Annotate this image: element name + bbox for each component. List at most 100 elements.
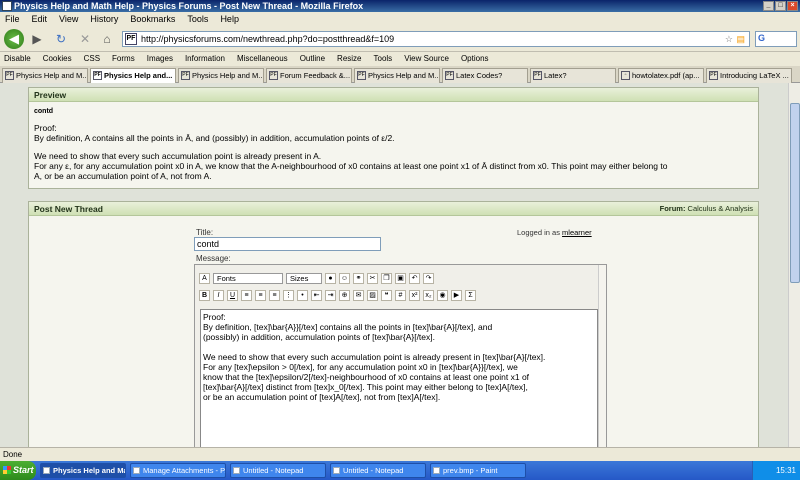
editor-line: [tex]\bar{A}[/tex] distinct from [tex]x_… — [203, 382, 528, 392]
taskbar-item[interactable]: Physics Help and Math... — [40, 463, 126, 478]
address-bar[interactable]: PF http://physicsforums.com/newthread.ph… — [122, 31, 750, 47]
menu-view[interactable]: View — [59, 12, 78, 26]
windows-logo-icon — [3, 466, 11, 474]
tab-item[interactable]: PF Physics Help and M... — [354, 68, 440, 83]
taskbar-item[interactable]: Manage Attachments - P... — [130, 463, 226, 478]
paint-icon — [433, 467, 440, 474]
tab-item[interactable]: PF Latex? — [530, 68, 616, 83]
stop-icon[interactable]: ✕ — [76, 30, 94, 48]
undo-icon[interactable]: ↶ — [409, 273, 420, 284]
size-select[interactable]: Sizes — [286, 273, 322, 284]
back-button[interactable]: ◀ — [4, 29, 24, 49]
devbar-view-source[interactable]: View Source — [404, 52, 449, 66]
page-scrollbar[interactable] — [788, 83, 800, 447]
title-label: Title: — [196, 228, 214, 237]
indent-icon[interactable]: ⇥ — [325, 290, 336, 301]
forward-button[interactable]: ▶ — [28, 30, 46, 48]
copy-icon[interactable]: ❐ — [381, 273, 392, 284]
pf-favicon-icon: PF — [269, 71, 278, 80]
devbar-options[interactable]: Options — [461, 52, 489, 66]
color-picker-icon[interactable]: ● — [325, 273, 336, 284]
devbar-cookies[interactable]: Cookies — [43, 52, 72, 66]
video-icon[interactable]: ▶ — [451, 290, 462, 301]
search-box[interactable]: G — [755, 31, 797, 47]
tab-item[interactable]: PF Physics Help and M... — [178, 68, 264, 83]
unordered-list-icon[interactable]: • — [297, 290, 308, 301]
align-center-icon[interactable]: ≡ — [255, 290, 266, 301]
menu-bookmarks[interactable]: Bookmarks — [130, 12, 175, 26]
editor-scrollbar[interactable] — [598, 265, 606, 447]
tab-item[interactable]: PF Introducing LaTeX ... — [706, 68, 792, 83]
close-button[interactable]: × — [787, 1, 798, 11]
paste-icon[interactable]: ▣ — [395, 273, 406, 284]
italic-icon[interactable]: I — [213, 290, 224, 301]
page-scrollbar-thumb[interactable] — [790, 103, 800, 283]
devbar-information[interactable]: Information — [185, 52, 225, 66]
tab-item[interactable]: PF Forum Feedback &... — [266, 68, 352, 83]
reload-icon[interactable]: ↻ — [52, 30, 70, 48]
align-left-icon[interactable]: ≡ — [241, 290, 252, 301]
code-icon[interactable]: # — [395, 290, 406, 301]
title-input[interactable] — [194, 237, 381, 251]
editor-line: Proof: — [203, 312, 226, 322]
outdent-icon[interactable]: ⇤ — [311, 290, 322, 301]
tab-item[interactable]: ▫ howtolatex.pdf (ap... — [618, 68, 704, 83]
align-right-icon[interactable]: ≡ — [269, 290, 280, 301]
username-link[interactable]: mlearner — [562, 228, 592, 237]
subscript-icon[interactable]: x₂ — [423, 290, 434, 301]
bookmark-star-icon[interactable]: ☆ — [725, 32, 733, 46]
cut-icon[interactable]: ✂ — [367, 273, 378, 284]
editor-line: (possibly) in addition, accumulation poi… — [203, 332, 435, 342]
minimize-button[interactable]: _ — [763, 1, 774, 11]
rss-icon[interactable]: ▤ — [736, 32, 745, 46]
insert-image-icon[interactable]: ▨ — [367, 290, 378, 301]
app-icon — [2, 1, 12, 11]
devbar-disable[interactable]: Disable — [4, 52, 31, 66]
taskbar-item[interactable]: Untitled - Notepad — [330, 463, 426, 478]
smilies-icon[interactable]: ☺ — [339, 273, 350, 284]
system-tray: 15:31 — [752, 461, 800, 480]
sigma-icon[interactable]: Σ — [465, 290, 476, 301]
menu-help[interactable]: Help — [220, 12, 239, 26]
tab-item[interactable]: PF Latex Codes? — [442, 68, 528, 83]
superscript-icon[interactable]: x² — [409, 290, 420, 301]
email-link-icon[interactable]: ✉ — [353, 290, 364, 301]
home-icon[interactable]: ⌂ — [98, 30, 116, 48]
menu-file[interactable]: File — [5, 12, 20, 26]
forum-name-link[interactable]: Calculus & Analysis — [688, 204, 753, 213]
quote-icon[interactable]: ❝ — [381, 290, 392, 301]
devbar-resize[interactable]: Resize — [337, 52, 361, 66]
tab-item[interactable]: PF Physics Help and M... — [2, 68, 88, 83]
taskbar-item[interactable]: prev.bmp - Paint — [430, 463, 526, 478]
font-select[interactable]: Fonts — [213, 273, 283, 284]
start-button[interactable]: Start — [0, 461, 36, 480]
editor-line: By definition, [tex]\bar{A}}[/tex] conta… — [203, 322, 493, 332]
bold-icon[interactable]: B — [199, 290, 210, 301]
devbar-css[interactable]: CSS — [84, 52, 100, 66]
firefox-icon — [133, 467, 140, 474]
tab-item-active[interactable]: PF Physics Help and... — [90, 68, 176, 83]
pf-favicon-icon: PF — [357, 71, 366, 80]
underline-icon[interactable]: U — [227, 290, 238, 301]
ordered-list-icon[interactable]: ⋮ — [283, 290, 294, 301]
devbar-images[interactable]: Images — [147, 52, 173, 66]
preview-panel: Preview contd Proof: By definition, A co… — [28, 87, 759, 189]
preview-line: For any ε, for any accumulation point x0… — [34, 161, 668, 171]
devbar-miscellaneous[interactable]: Miscellaneous — [237, 52, 288, 66]
menu-edit[interactable]: Edit — [32, 12, 48, 26]
maximize-button[interactable]: □ — [775, 1, 786, 11]
message-textarea[interactable]: Proof: By definition, [tex]\bar{A}}[/tex… — [200, 309, 598, 447]
editor-line: know that the [tex]\epsilon/2[/tex]-neig… — [203, 372, 530, 382]
taskbar-item[interactable]: Untitled - Notepad — [230, 463, 326, 478]
insert-link-icon[interactable]: ⊕ — [339, 290, 350, 301]
editor-line: For any [tex]\epsilon > 0[/tex], for any… — [203, 362, 518, 372]
devbar-outline[interactable]: Outline — [300, 52, 325, 66]
menu-history[interactable]: History — [90, 12, 118, 26]
preview-icon[interactable]: ◉ — [437, 290, 448, 301]
remove-format-icon[interactable]: A — [199, 273, 210, 284]
link-icon[interactable]: ⚭ — [353, 273, 364, 284]
redo-icon[interactable]: ↷ — [423, 273, 434, 284]
menu-tools[interactable]: Tools — [187, 12, 208, 26]
devbar-forms[interactable]: Forms — [112, 52, 135, 66]
devbar-tools[interactable]: Tools — [374, 52, 393, 66]
